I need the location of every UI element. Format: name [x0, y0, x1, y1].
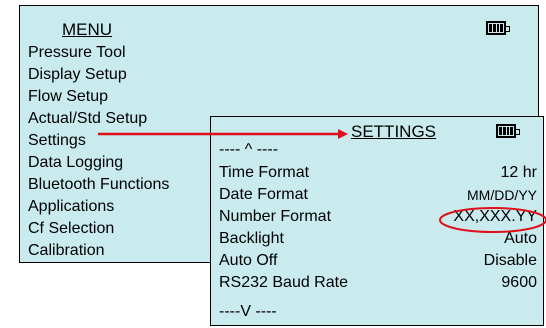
menu-item-actual-std-setup[interactable]: Actual/Std Setup — [28, 108, 169, 130]
setting-value: 12 hr — [500, 164, 537, 181]
settings-title: SETTINGS — [351, 122, 437, 141]
menu-item-calibration[interactable]: Calibration — [28, 240, 169, 262]
setting-label: Backlight — [219, 230, 284, 247]
scroll-up-indicator[interactable]: ---- ^ ---- — [219, 141, 278, 159]
battery-icon — [486, 21, 510, 35]
menu-item-data-logging[interactable]: Data Logging — [28, 152, 169, 174]
settings-row-number-format[interactable]: Number Format XX,XXX.YY — [219, 206, 537, 228]
setting-value: 9600 — [501, 274, 537, 291]
setting-value: MM/DD/YY — [467, 187, 537, 203]
setting-value: XX,XXX.YY — [453, 208, 537, 225]
menu-item-bluetooth-functions[interactable]: Bluetooth Functions — [28, 174, 169, 196]
setting-label: Time Format — [219, 164, 310, 181]
settings-list: Time Format 12 hr Date Format MM/DD/YY N… — [219, 162, 537, 294]
settings-row-time-format[interactable]: Time Format 12 hr — [219, 162, 537, 184]
setting-value: Disable — [483, 252, 537, 269]
settings-row-rs232-baud-rate[interactable]: RS232 Baud Rate 9600 — [219, 272, 537, 294]
menu-item-flow-setup[interactable]: Flow Setup — [28, 86, 169, 108]
settings-row-auto-off[interactable]: Auto Off Disable — [219, 250, 537, 272]
menu-item-display-setup[interactable]: Display Setup — [28, 64, 169, 86]
menu-item-pressure-tool[interactable]: Pressure Tool — [28, 42, 169, 64]
menu-item-applications[interactable]: Applications — [28, 196, 169, 218]
menu-title: MENU — [62, 20, 113, 39]
setting-value: Auto — [504, 230, 537, 247]
setting-label: RS232 Baud Rate — [219, 274, 348, 291]
setting-label: Auto Off — [219, 252, 278, 269]
menu-item-cf-selection[interactable]: Cf Selection — [28, 218, 169, 240]
settings-row-backlight[interactable]: Backlight Auto — [219, 228, 537, 250]
settings-row-date-format[interactable]: Date Format MM/DD/YY — [219, 184, 537, 206]
battery-icon — [496, 124, 520, 138]
setting-label: Number Format — [219, 208, 332, 225]
scroll-down-indicator[interactable]: ----V ---- — [219, 303, 277, 321]
setting-label: Date Format — [219, 186, 308, 203]
menu-list: Pressure Tool Display Setup Flow Setup A… — [28, 42, 169, 262]
menu-item-settings[interactable]: Settings — [28, 130, 169, 152]
settings-screen: SETTINGS ---- ^ ---- Time Format 12 hr D… — [210, 116, 544, 326]
